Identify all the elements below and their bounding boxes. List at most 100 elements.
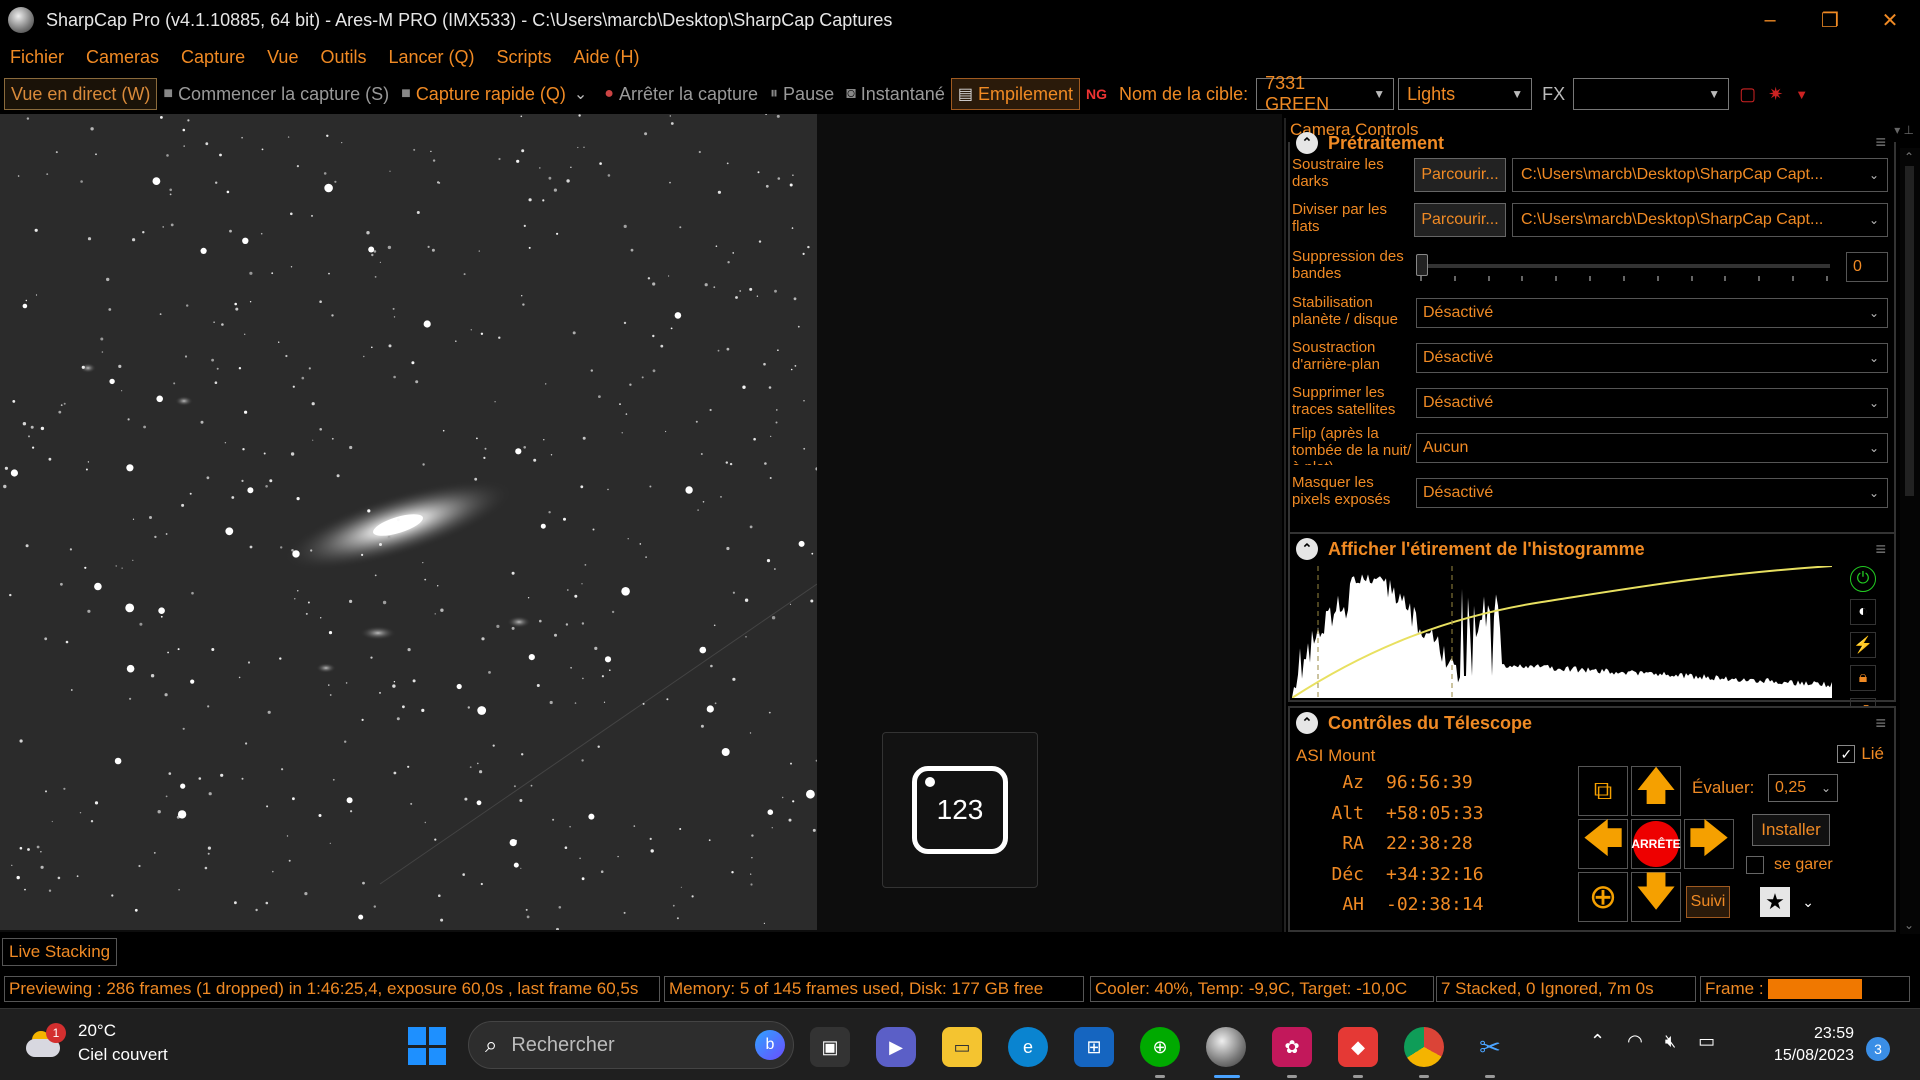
phd2-guiding-icon[interactable]: ⊕	[1140, 1027, 1180, 1067]
target-name-combo[interactable]: 7331 GREEN ▼	[1256, 73, 1395, 114]
crosshair-icon[interactable]: ⊕	[1578, 872, 1628, 922]
numpad-label: 123	[912, 766, 1008, 854]
flip-dropdown[interactable]: Aucun ⌄	[1416, 433, 1888, 463]
start-capture-button[interactable]: ■ Commencer la capture (S)	[157, 78, 395, 110]
notification-badge[interactable]: 3	[1866, 1037, 1890, 1061]
contrast-icon[interactable]: ◐	[1850, 599, 1876, 625]
numpad-overlay-icon[interactable]: 123	[882, 732, 1038, 888]
park-checkbox[interactable]: se garer	[1746, 856, 1833, 874]
menu-icon[interactable]: ≡	[1875, 713, 1886, 734]
anydesk-icon[interactable]: ◆	[1338, 1027, 1378, 1067]
scroll-up-icon[interactable]: ⌃	[1904, 150, 1914, 164]
banding-slider-track[interactable]	[1418, 264, 1830, 268]
panel-scrollbar[interactable]: ⌃ ⌄	[1900, 148, 1920, 934]
arrow-up-icon[interactable]: 🡅︎	[1631, 764, 1681, 816]
pause-button[interactable]: ⏸ Pause	[764, 78, 840, 110]
menu-icon[interactable]: ≡	[1875, 132, 1886, 153]
volume-muted-icon[interactable]: 🔇︎	[1665, 1031, 1676, 1052]
png-format-icon[interactable]: NG	[1080, 78, 1113, 110]
fx-combo[interactable]: ▼	[1573, 78, 1730, 110]
edge-browser-icon[interactable]: e	[1008, 1027, 1048, 1067]
collapse-chevron-icon[interactable]: ⌃	[1296, 712, 1318, 734]
stacking-icon: ▤	[957, 86, 973, 103]
telescope-title: Contrôles du Télescope	[1328, 712, 1533, 733]
stop-capture-button[interactable]: ● Arrêter la capture	[598, 78, 764, 110]
chevron-down-icon[interactable]: ⌄	[574, 84, 587, 104]
background-dropdown[interactable]: Désactivé ⌄	[1416, 343, 1888, 373]
search-box[interactable]: ⌕ Rechercher b	[468, 1021, 794, 1069]
goto-square-icon[interactable]: ⧉	[1578, 766, 1628, 816]
menu-icon[interactable]: ≡	[1875, 539, 1886, 560]
bing-icon[interactable]: b	[755, 1030, 785, 1060]
clock[interactable]: 23:59 15/08/2023	[1758, 1023, 1854, 1067]
frame-type-combo[interactable]: Lights ▼	[1398, 78, 1533, 110]
power-icon[interactable]: ⏻	[1850, 566, 1876, 592]
live-view-button[interactable]: Vue en direct (W)	[4, 78, 158, 110]
close-button[interactable]: ✕	[1860, 0, 1920, 40]
browse-flats-button[interactable]: Parcourir...	[1414, 203, 1506, 237]
reticle-square-icon[interactable]: ▢	[1733, 78, 1762, 110]
camera-icon: ◙	[846, 85, 856, 102]
linked-checkbox[interactable]: ✓ Lié	[1837, 744, 1884, 764]
scroll-thumb[interactable]	[1905, 166, 1914, 496]
minimize-button[interactable]: –	[1740, 0, 1800, 40]
quick-capture-button[interactable]: ■ Capture rapide (Q) ⌄	[395, 78, 598, 110]
image-viewer[interactable]: 123	[0, 114, 1282, 932]
checkmark-icon: ✓	[1837, 745, 1856, 763]
histogram-plot[interactable]	[1292, 566, 1832, 698]
stabilisation-dropdown[interactable]: Désactivé ⌄	[1416, 298, 1888, 328]
teams-chat-icon[interactable]: ▶	[876, 1027, 916, 1067]
menu-fichier[interactable]: Fichier	[10, 47, 64, 68]
menu-vue[interactable]: Vue	[267, 47, 298, 68]
menu-capture[interactable]: Capture	[181, 47, 245, 68]
collapse-chevron-icon[interactable]: ⌃	[1296, 132, 1318, 154]
arrow-down-icon[interactable]: 🡇︎	[1631, 870, 1681, 922]
menu-outils[interactable]: Outils	[320, 47, 366, 68]
weather-widget[interactable]: 1 20°C Ciel couvert	[24, 1019, 168, 1067]
arrow-left-icon[interactable]: 🡄︎	[1578, 817, 1628, 869]
chevron-down-icon: ⌄	[1802, 893, 1814, 910]
satellite-dropdown[interactable]: Désactivé ⌄	[1416, 388, 1888, 418]
file-explorer-icon[interactable]: ▭	[942, 1027, 982, 1067]
star-combo[interactable]: ★ ⌄	[1760, 886, 1814, 918]
mask-dropdown[interactable]: Désactivé ⌄	[1416, 478, 1888, 508]
banding-slider-thumb[interactable]	[1416, 254, 1428, 276]
rate-combo[interactable]: 0,25 ⌄	[1768, 774, 1838, 802]
reticle-cross-icon[interactable]: ✷	[1762, 78, 1789, 110]
photo-app-icon[interactable]: ✿	[1272, 1027, 1312, 1067]
wifi-icon[interactable]: ◠	[1627, 1031, 1643, 1052]
snapshot-button[interactable]: ◙ Instantané	[840, 78, 951, 110]
tracking-button[interactable]: Suivi	[1686, 886, 1730, 918]
collapse-chevron-icon[interactable]: ⌃	[1296, 538, 1318, 560]
menu-scripts[interactable]: Scripts	[497, 47, 552, 68]
stabilisation-value: Désactivé	[1423, 304, 1494, 321]
scroll-down-icon[interactable]: ⌄	[1904, 918, 1914, 932]
lock-icon[interactable]: 🔒︎	[1850, 665, 1876, 691]
pin-icon[interactable]: ▾ ⊥	[1894, 123, 1920, 137]
sharpcap-taskbar-icon[interactable]	[1206, 1027, 1246, 1067]
chrome-icon[interactable]	[1404, 1027, 1444, 1067]
menu-lancer[interactable]: Lancer (Q)	[388, 47, 474, 68]
microsoft-store-icon[interactable]: ⊞	[1074, 1027, 1114, 1067]
menu-cameras[interactable]: Cameras	[86, 47, 159, 68]
arrow-right-icon[interactable]: 🡆︎	[1684, 817, 1734, 869]
flats-path-combo[interactable]: C:\Users\marcb\Desktop\SharpCap Capt... …	[1512, 203, 1888, 237]
stop-button[interactable]: ARRÊTE	[1631, 819, 1681, 869]
lightning-icon[interactable]: ⚡	[1850, 632, 1876, 658]
restore-button[interactable]: ❐	[1800, 0, 1860, 40]
task-view-icon[interactable]: ▣	[810, 1027, 850, 1067]
satellite-value: Désactivé	[1423, 394, 1494, 411]
start-capture-label: Commencer la capture (S)	[178, 83, 390, 104]
windows-start-icon[interactable]	[408, 1027, 446, 1065]
banding-value-field[interactable]: 0	[1846, 252, 1888, 282]
chevron-up-icon[interactable]: ⌃	[1590, 1031, 1605, 1052]
battery-icon[interactable]: ▭	[1698, 1031, 1715, 1052]
stacking-button[interactable]: ▤ Empilement	[950, 78, 1081, 110]
reticle-dropdown-icon[interactable]: ▼	[1789, 78, 1814, 110]
darks-path-combo[interactable]: C:\Users\marcb\Desktop\SharpCap Capt... …	[1512, 158, 1888, 192]
install-button[interactable]: Installer	[1752, 814, 1830, 846]
menu-aide[interactable]: Aide (H)	[574, 47, 640, 68]
browse-darks-button[interactable]: Parcourir...	[1414, 158, 1506, 192]
live-stacking-tab[interactable]: Live Stacking	[2, 938, 118, 966]
snipping-tool-icon[interactable]: ✂	[1470, 1027, 1510, 1067]
